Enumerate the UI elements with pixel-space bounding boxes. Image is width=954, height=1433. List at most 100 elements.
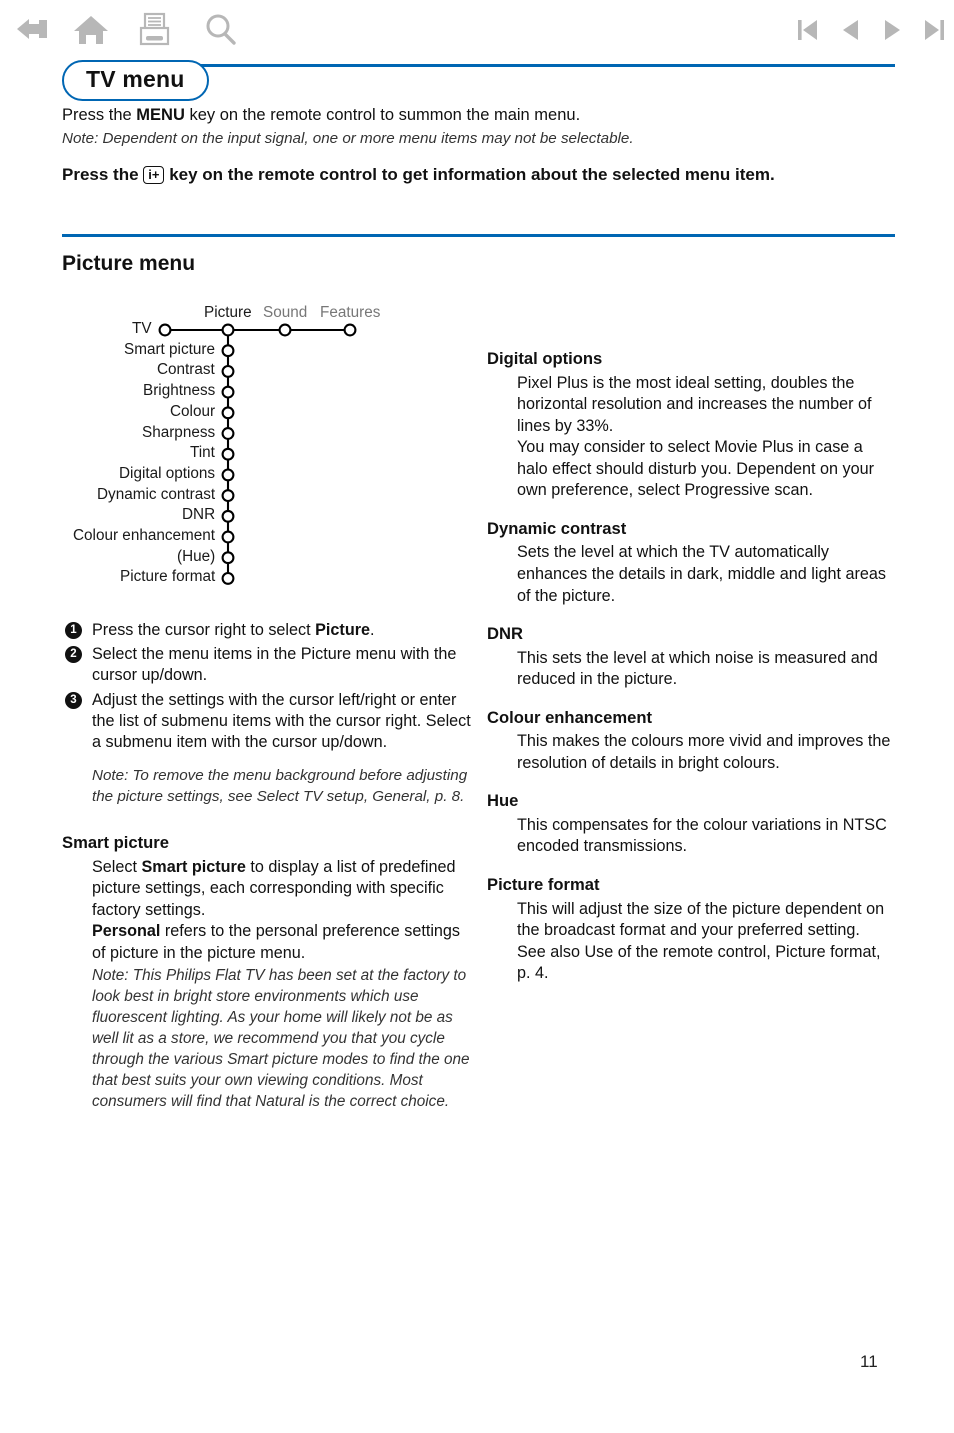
first-page-icon[interactable] [788,10,828,50]
subsection-heading: Digital options [487,349,603,368]
smart-picture-para1-bold: Smart picture [141,857,246,876]
smart-picture-para-1: Select Smart picture to display a list o… [92,857,472,922]
tree-node-item-2 [221,385,235,399]
smart-picture-note: Note: This Philips Flat TV has been set … [92,966,470,1111]
step-text: Select the menu items in the Picture men… [92,645,457,685]
right-column: Digital options Pixel Plus is the most id… [487,348,897,985]
tree-item-label: Dynamic contrast [97,485,216,503]
tree-root-label: TV [132,320,152,337]
subsection-paragraph: Sets the level at which the TV automatic… [517,543,886,605]
steps-list: 1 Press the cursor right to select Pictur… [62,620,472,753]
step-text: Press the cursor right to select [92,621,316,639]
step-item: 1 Press the cursor right to select Pictur… [62,620,472,641]
tree-item-label: Tint [190,444,215,462]
intro-note: Note: Dependent on the input signal, one… [62,130,634,148]
menu-instruction-suffix: key on the remote control to summon the … [184,106,581,124]
subsection-paragraph: This will adjust the size of the picture… [517,899,885,940]
subsection-heading: Picture format [487,875,600,895]
subsection-paragraph: See also Use of the remote control, Pict… [517,942,881,983]
section-heading: Picture menu [62,252,196,275]
tree-node-item-0 [221,344,235,358]
tree-item-label: Colour [170,402,216,420]
subsection-paragraph: This makes the colours more vivid and im… [517,732,891,772]
steps-note: Note: To remove the menu background befo… [92,767,468,806]
subsection-paragraph: This compensates for the colour variatio… [517,815,887,856]
info-instruction-suffix: key on the remote control to get informa… [164,165,775,184]
info-plus-icon: i+ [143,166,165,185]
picture-menu-tree: Picture Sound Features TV Smart picture Contr… [60,292,460,602]
tree-column-label-picture: Picture [204,304,252,321]
tree-node-features [343,323,357,337]
smart-picture-para-2: Personal refers to the personal preferen… [92,921,472,964]
title-divider [140,64,895,67]
tree-node-item-1 [221,364,235,378]
menu-instruction-prefix: Press the [62,106,137,124]
smart-picture-para1-pre: Select [92,857,142,876]
back-icon[interactable] [12,10,52,50]
subsection-body: This makes the colours more vivid and im… [517,731,897,774]
tree-graphic [158,323,357,585]
subsection-paragraph: This sets the level at which noise is me… [517,648,878,689]
subsection-paragraph: Pixel Plus is the most ideal setting, do… [517,373,872,435]
step-number: 1 [65,622,82,639]
tree-item-label: Smart picture [124,340,215,358]
subsection-body: This sets the level at which noise is me… [517,648,897,691]
tree-node-sound [278,323,292,337]
subsection-body: Pixel Plus is the most ideal setting, do… [517,373,897,502]
tree-item-label: Contrast [157,361,215,379]
step-number: 3 [65,691,82,709]
print-icon[interactable] [134,10,174,50]
tree-item-label: (Hue) [177,547,216,565]
tree-node-tv [158,323,172,337]
subsection-body: This compensates for the colour variatio… [517,815,897,858]
subsection-paragraph: You may consider to select Movie Plus in… [517,438,874,500]
tree-node-item-3 [221,406,235,420]
tree-node-item-4 [221,427,235,440]
info-key-instruction: Press the i+ key on the remote control t… [62,163,912,187]
last-page-icon[interactable] [914,10,954,50]
menu-key-label: MENU [136,106,185,124]
page-number: 11 [860,1352,878,1371]
tree-item-label: DNR [182,506,216,524]
tree-node-item-7 [221,489,235,503]
toolbar [0,0,954,58]
smart-picture-para2-bold: Personal [92,922,161,941]
page-title: TV menu [62,60,209,102]
tree-node-picture [221,323,235,337]
tree-item-label: Sharpness [142,423,216,441]
tree-item-label: Picture format [120,568,216,586]
menu-key-instruction: Press the MENU key on the remote control… [62,104,862,127]
previous-page-icon[interactable] [831,10,871,50]
subsection-body: This will adjust the size of the picture… [517,899,897,985]
step-text-post: . [370,621,375,639]
tree-node-item-8 [221,509,235,523]
tree-node-item-5 [221,447,235,461]
subsection-heading: Dynamic contrast [487,518,627,538]
tree-node-item-9 [221,530,235,544]
smart-picture-heading: Smart picture [62,833,169,853]
left-column: 1 Press the cursor right to select Pictur… [62,620,472,1112]
section-divider [62,234,895,237]
step-text-bold: Picture [315,621,371,639]
tree-node-item-10 [221,551,235,565]
subsection-heading: Colour enhancement [487,707,653,727]
step-item: 2 Select the menu items in the Picture me… [62,644,472,686]
smart-picture-body: Select Smart picture to display a list o… [92,857,472,1113]
intro-block: Press the MENU key on the remote control… [62,104,862,150]
home-icon[interactable] [71,10,111,50]
subsection-heading: DNR [487,624,523,644]
search-icon[interactable] [200,10,240,50]
next-page-icon[interactable] [872,10,912,50]
tree-item-label: Colour enhancement [73,527,216,544]
step-text: Adjust the settings with the cursor left… [92,690,471,752]
tree-item-label: Brightness [143,382,216,400]
tree-column-label-features: Features [320,304,381,321]
step-number: 2 [65,646,82,664]
smart-picture-section: Smart picture Select Smart picture to di… [62,832,472,1112]
tree-column-label-sound: Sound [263,304,308,321]
